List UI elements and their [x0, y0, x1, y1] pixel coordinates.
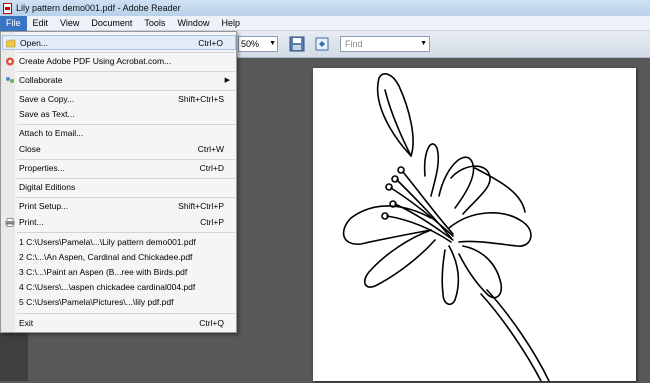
menu-item-recent-1[interactable]: 1 C:\Users\Pamela\...\Lily pattern demo0… — [2, 235, 236, 250]
print-label: Print... — [19, 217, 44, 227]
menu-item-recent-3[interactable]: 3 C:\...\Paint an Aspen (B...ree with Bi… — [2, 265, 236, 280]
save-copy-label: Save a Copy... — [19, 94, 75, 104]
menu-bar: File Edit View Document Tools Window Hel… — [0, 15, 650, 31]
save-text-label: Save as Text... — [19, 109, 75, 119]
menu-item-close[interactable]: Close Ctrl+W — [2, 142, 236, 157]
menu-item-attach-email[interactable]: Attach to Email... — [2, 126, 236, 141]
recent-file-label: 2 C:\...\An Aspen, Cardinal and Chickade… — [19, 252, 193, 262]
menu-item-properties[interactable]: Properties... Ctrl+D — [2, 161, 236, 176]
lily-line-drawing — [342, 73, 550, 382]
menu-item-recent-4[interactable]: 4 C:\Users\...\aspen chickadee cardinal0… — [2, 280, 236, 295]
close-shortcut: Ctrl+W — [197, 144, 224, 154]
menu-file[interactable]: File — [0, 15, 27, 31]
printer-icon — [5, 218, 15, 227]
open-label: Open... — [20, 38, 48, 48]
chevron-down-icon[interactable]: ▼ — [269, 37, 276, 51]
title-bar: Lily pattern demo001.pdf - Adobe Reader — [0, 0, 650, 16]
save-icon[interactable] — [289, 36, 305, 52]
menu-divider — [17, 159, 235, 160]
find-placeholder: Find — [345, 39, 363, 49]
menu-item-exit[interactable]: Exit Ctrl+Q — [2, 316, 236, 331]
properties-label: Properties... — [19, 163, 65, 173]
close-label: Close — [19, 144, 41, 154]
menu-item-recent-2[interactable]: 2 C:\...\An Aspen, Cardinal and Chickade… — [2, 250, 236, 265]
zoom-value: 50% — [241, 39, 260, 49]
print-setup-label: Print Setup... — [19, 201, 69, 211]
recent-file-label: 5 C:\Users\Pamela\Pictures\...\lily pdf.… — [19, 297, 174, 307]
menu-divider — [17, 197, 235, 198]
folder-open-icon — [6, 39, 16, 48]
zoom-select[interactable]: 50% ▼ — [238, 36, 278, 52]
print-setup-shortcut: Shift+Ctrl+P — [178, 201, 224, 211]
menu-divider — [17, 124, 235, 125]
save-copy-shortcut: Shift+Ctrl+S — [178, 94, 224, 104]
print-shortcut: Ctrl+P — [200, 217, 224, 227]
menu-divider — [17, 71, 235, 72]
menu-item-save-copy[interactable]: Save a Copy... Shift+Ctrl+S — [2, 92, 236, 107]
window-title: Lily pattern demo001.pdf - Adobe Reader — [16, 3, 181, 13]
recent-file-label: 3 C:\...\Paint an Aspen (B...ree with Bi… — [19, 267, 188, 277]
fit-page-icon[interactable] — [314, 36, 330, 52]
collaborate-icon — [6, 77, 14, 83]
menu-window[interactable]: Window — [171, 16, 215, 31]
recent-file-label: 1 C:\Users\Pamela\...\Lily pattern demo0… — [19, 237, 196, 247]
submenu-arrow-icon: ▶ — [224, 77, 230, 84]
properties-shortcut: Ctrl+D — [199, 163, 224, 173]
menu-item-collaborate[interactable]: Collaborate ▶ — [2, 73, 236, 88]
menu-item-print-setup[interactable]: Print Setup... Shift+Ctrl+P — [2, 199, 236, 214]
menu-item-digital-editions[interactable]: Digital Editions — [2, 180, 236, 195]
menu-divider — [17, 232, 235, 233]
attach-email-label: Attach to Email... — [19, 128, 84, 138]
create-pdf-label: Create Adobe PDF Using Acrobat.com... — [19, 56, 172, 66]
pdf-page — [313, 68, 636, 382]
acrobat-com-icon — [6, 57, 14, 66]
menu-edit[interactable]: Edit — [27, 16, 55, 31]
find-input[interactable]: Find ▼ — [340, 36, 430, 52]
file-menu: Open... Ctrl+O Create Adobe PDF Using Ac… — [0, 31, 237, 333]
menu-item-print[interactable]: Print... Ctrl+P — [2, 215, 236, 230]
menu-divider — [17, 52, 235, 53]
recent-file-label: 4 C:\Users\...\aspen chickadee cardinal0… — [19, 282, 196, 292]
menu-divider — [17, 313, 235, 314]
pdf-file-icon — [3, 2, 12, 14]
collaborate-label: Collaborate — [19, 75, 63, 85]
exit-label: Exit — [19, 318, 34, 328]
menu-item-save-text[interactable]: Save as Text... — [2, 107, 236, 122]
menu-view[interactable]: View — [54, 16, 85, 31]
menu-item-open[interactable]: Open... Ctrl+O — [2, 35, 236, 50]
exit-shortcut: Ctrl+Q — [199, 318, 224, 328]
chevron-down-icon[interactable]: ▼ — [420, 37, 427, 51]
open-shortcut: Ctrl+O — [198, 38, 223, 48]
menu-item-create-pdf[interactable]: Create Adobe PDF Using Acrobat.com... — [2, 54, 236, 69]
menu-help[interactable]: Help — [215, 16, 246, 31]
menu-item-recent-5[interactable]: 5 C:\Users\Pamela\Pictures\...\lily pdf.… — [2, 295, 236, 310]
menu-divider — [17, 90, 235, 91]
menu-tools[interactable]: Tools — [138, 16, 171, 31]
menu-document[interactable]: Document — [85, 16, 138, 31]
menu-divider — [17, 178, 235, 179]
digital-editions-label: Digital Editions — [19, 182, 76, 192]
